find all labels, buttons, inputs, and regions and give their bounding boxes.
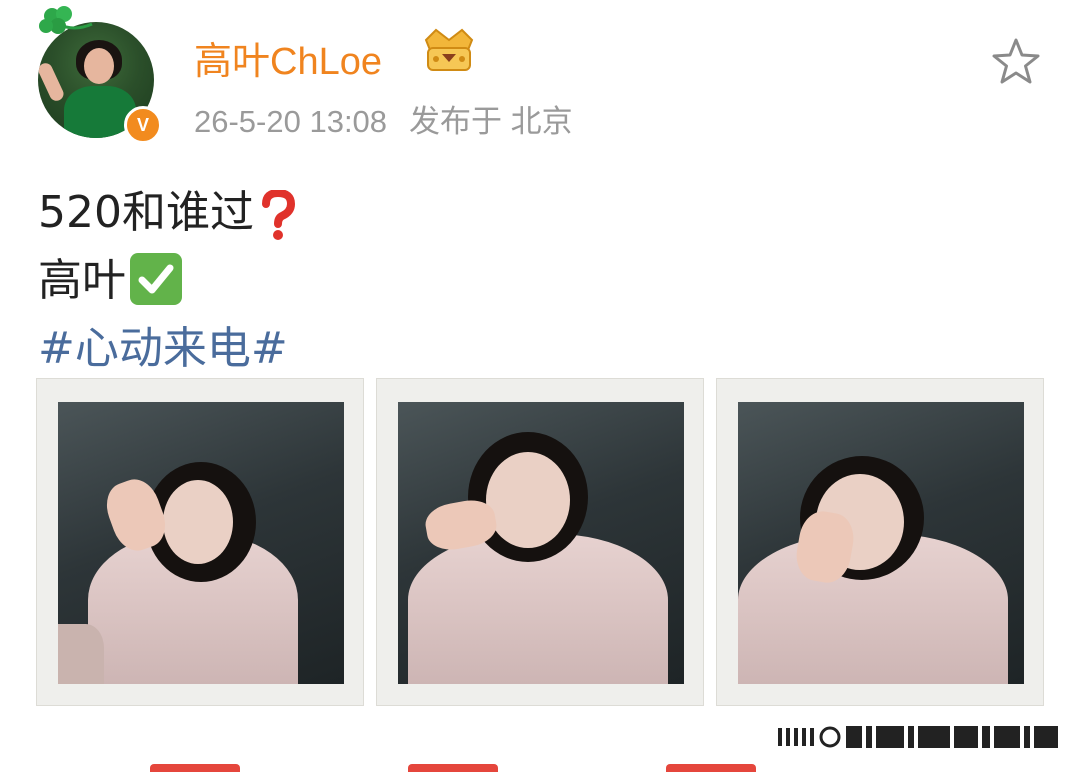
action-hint-2 xyxy=(408,764,498,772)
avatar[interactable]: V xyxy=(38,6,162,144)
username[interactable]: 高叶ChLoe xyxy=(194,30,382,85)
post-text-2: 高叶 xyxy=(38,255,126,306)
post-text-line-2: 高叶 xyxy=(38,244,182,309)
hashtag-link[interactable]: #心动来电# xyxy=(38,312,288,376)
red-question-mark-icon xyxy=(261,190,295,240)
vip-crown-badge-icon[interactable] xyxy=(420,26,478,74)
photo-thumbnail-3[interactable] xyxy=(716,378,1044,706)
post-location: 发布于 北京 xyxy=(409,104,573,139)
action-hint-3 xyxy=(666,764,756,772)
clover-icon xyxy=(39,6,93,34)
photo-thumbnail-1[interactable] xyxy=(36,378,364,706)
star-outline-icon[interactable] xyxy=(990,36,1042,86)
green-check-mark-icon xyxy=(130,253,182,305)
post-date: 26-5-20 13:08 xyxy=(194,104,388,139)
post-text-line-1: 520和谁过 xyxy=(38,176,298,240)
verified-badge: V xyxy=(124,106,162,144)
post-text-1: 520和谁过 xyxy=(38,187,254,238)
watermark xyxy=(778,726,1058,748)
action-hint-1 xyxy=(150,764,240,772)
post-meta: 26-5-20 13:08 发布于 北京 xyxy=(194,96,573,141)
photo-thumbnail-2[interactable] xyxy=(376,378,704,706)
